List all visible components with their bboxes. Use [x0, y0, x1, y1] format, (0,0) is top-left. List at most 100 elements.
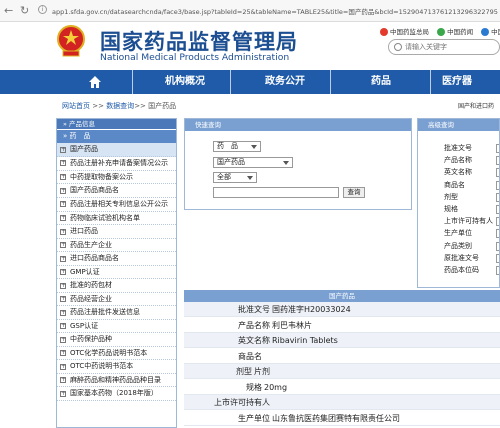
sidebar-item[interactable]: + 进口药品商品名: [57, 252, 176, 266]
advanced-field-label: 商品名: [444, 180, 465, 189]
sidebar-item-label: 进口药品商品名: [70, 254, 119, 262]
result-row: 产品名称 利巴韦林片: [184, 318, 500, 333]
sidebar-item[interactable]: + 中药保护品种: [57, 333, 176, 347]
back-icon[interactable]: ←: [4, 4, 13, 17]
result-row-label: 英文名称: [238, 336, 270, 345]
scope-select-value: 全部: [217, 173, 231, 181]
nav-item-about[interactable]: 机构概况: [140, 70, 230, 94]
scope-select[interactable]: 全部: [213, 172, 257, 183]
sidebar-item[interactable]: + 药物临床试验机构名单: [57, 212, 176, 225]
site-search: [388, 39, 500, 55]
result-row-value: Ribavirin Tablets: [272, 336, 338, 345]
header-link-more[interactable]: 中国: [481, 28, 500, 36]
result-row: 批准文号 国药准字H20033024: [184, 302, 500, 317]
result-row-label: 规格: [246, 382, 262, 392]
sidebar-item[interactable]: + GMP认证: [57, 266, 176, 279]
home-icon[interactable]: [88, 75, 102, 89]
query-input[interactable]: [213, 187, 339, 198]
result-row: 规格 20mg: [184, 380, 500, 395]
result-row-value: 利巴韦林片: [272, 320, 312, 330]
nav-divider: [230, 70, 231, 94]
advanced-field-input[interactable]: [496, 229, 499, 239]
table-select[interactable]: 国产药品: [213, 157, 293, 168]
advanced-field-label: 上市许可持有人: [444, 217, 493, 226]
breadcrumb-query[interactable]: 数据查询: [106, 102, 134, 110]
sidebar-group-label: 药 品: [69, 132, 91, 140]
expand-icon: +: [60, 389, 67, 397]
sidebar-item-label: OTC中药说明书范本: [70, 362, 134, 370]
info-icon[interactable]: i: [38, 5, 47, 14]
search-icon[interactable]: [394, 43, 402, 51]
expand-icon: +: [60, 186, 67, 194]
breadcrumb-home[interactable]: 网站首页: [62, 102, 90, 110]
sidebar-item[interactable]: + 国产药品: [57, 143, 176, 157]
sidebar-item[interactable]: + OTC中药说明书范本: [57, 360, 176, 374]
reload-icon[interactable]: ↻: [20, 4, 29, 17]
query-button[interactable]: 查询: [343, 187, 365, 198]
sidebar-item[interactable]: + GSP认证: [57, 320, 176, 333]
sidebar-item[interactable]: + 药品经营企业: [57, 293, 176, 306]
breadcrumb-sep: >>: [90, 102, 107, 110]
advanced-field-input[interactable]: [496, 253, 499, 263]
nav-item-drugs[interactable]: 药品: [336, 70, 426, 94]
search-input[interactable]: [405, 41, 495, 53]
sidebar-item[interactable]: + 中药提取物备案公示: [57, 171, 176, 184]
expand-icon: +: [60, 376, 67, 383]
advanced-field-input[interactable]: [496, 168, 499, 178]
advanced-field-input[interactable]: [496, 241, 499, 251]
sidebar-item[interactable]: + OTC化学药品说明书范本: [57, 347, 176, 360]
advanced-field-input[interactable]: [496, 180, 499, 190]
sidebar-item[interactable]: + 药品生产企业: [57, 239, 176, 252]
sidebar-item-label: 药品注册补充申请备案情况公示: [70, 158, 168, 167]
expand-icon: +: [60, 241, 67, 248]
expand-icon: +: [60, 295, 67, 302]
advanced-field-label: 生产单位: [444, 229, 472, 238]
chevron-down-icon: [283, 161, 289, 165]
sidebar-item-label: 药物临床试验机构名单: [70, 213, 140, 222]
url-text[interactable]: app1.sfda.gov.cn/datasearchcnda/face3/ba…: [52, 6, 498, 16]
nav-item-devices[interactable]: 医疗器: [442, 70, 500, 94]
expand-icon: +: [60, 349, 67, 356]
expand-icon: +: [60, 227, 67, 235]
header-link-weibo[interactable]: 中国药监总局: [380, 28, 429, 36]
advanced-field-input[interactable]: [496, 192, 499, 202]
result-row-value: 国药准字H20033024: [272, 305, 351, 314]
result-row: 生产单位 山东鲁抗医药集团赛特有限责任公司: [184, 411, 500, 426]
expand-icon: +: [60, 173, 67, 180]
sidebar-item[interactable]: + 进口药品: [57, 225, 176, 239]
breadcrumb-sep: >>: [134, 102, 149, 110]
expand-icon: +: [60, 281, 67, 289]
advanced-field-input[interactable]: [496, 217, 499, 227]
sidebar-item-label: 国产药品商品名: [70, 186, 119, 194]
sidebar-item[interactable]: + 国家基本药物（2018年版）: [57, 387, 176, 401]
advanced-field-input[interactable]: [496, 144, 499, 153]
sidebar-item[interactable]: + 麻醉药品和精神药品品种目录: [57, 374, 176, 387]
sidebar-item[interactable]: + 药品注册批件发送信息: [57, 306, 176, 320]
result-row: 上市许可持有人: [184, 395, 500, 410]
sidebar-section-header[interactable]: » 产品信息: [57, 119, 176, 130]
category-select[interactable]: 药 品: [213, 141, 261, 152]
expand-icon: +: [60, 200, 67, 207]
nav-divider: [330, 70, 331, 94]
result-row-label: 剂型: [236, 367, 252, 376]
advanced-field-label: 产品类别: [444, 241, 472, 250]
advanced-field-input[interactable]: [496, 205, 499, 214]
sidebar-item[interactable]: + 药品注册相关专利信息公开公示: [57, 198, 176, 212]
chevron-down-icon: [251, 145, 257, 149]
nav-item-public-affairs[interactable]: 政务公开: [240, 70, 330, 94]
header-link-wechat[interactable]: 中国药闻: [437, 28, 473, 36]
nav-divider: [132, 70, 133, 94]
advanced-field-input[interactable]: [496, 156, 499, 166]
globe-icon: [481, 28, 490, 36]
advanced-field-input[interactable]: [496, 266, 499, 275]
result-row-label: 批准文号: [238, 305, 270, 314]
expand-icon: +: [60, 268, 67, 275]
expand-icon: +: [60, 335, 67, 343]
result-row-value: 片剂: [254, 367, 270, 376]
advanced-field-label: 产品名称: [444, 156, 472, 165]
result-row-label: 上市许可持有人: [214, 398, 270, 407]
sidebar-item[interactable]: + 国产药品商品名: [57, 184, 176, 198]
sidebar-item[interactable]: + 批准的药包材: [57, 279, 176, 293]
sidebar-group-header[interactable]: » 药 品: [57, 130, 176, 143]
sidebar-item[interactable]: + 药品注册补充申请备案情况公示: [57, 157, 176, 171]
